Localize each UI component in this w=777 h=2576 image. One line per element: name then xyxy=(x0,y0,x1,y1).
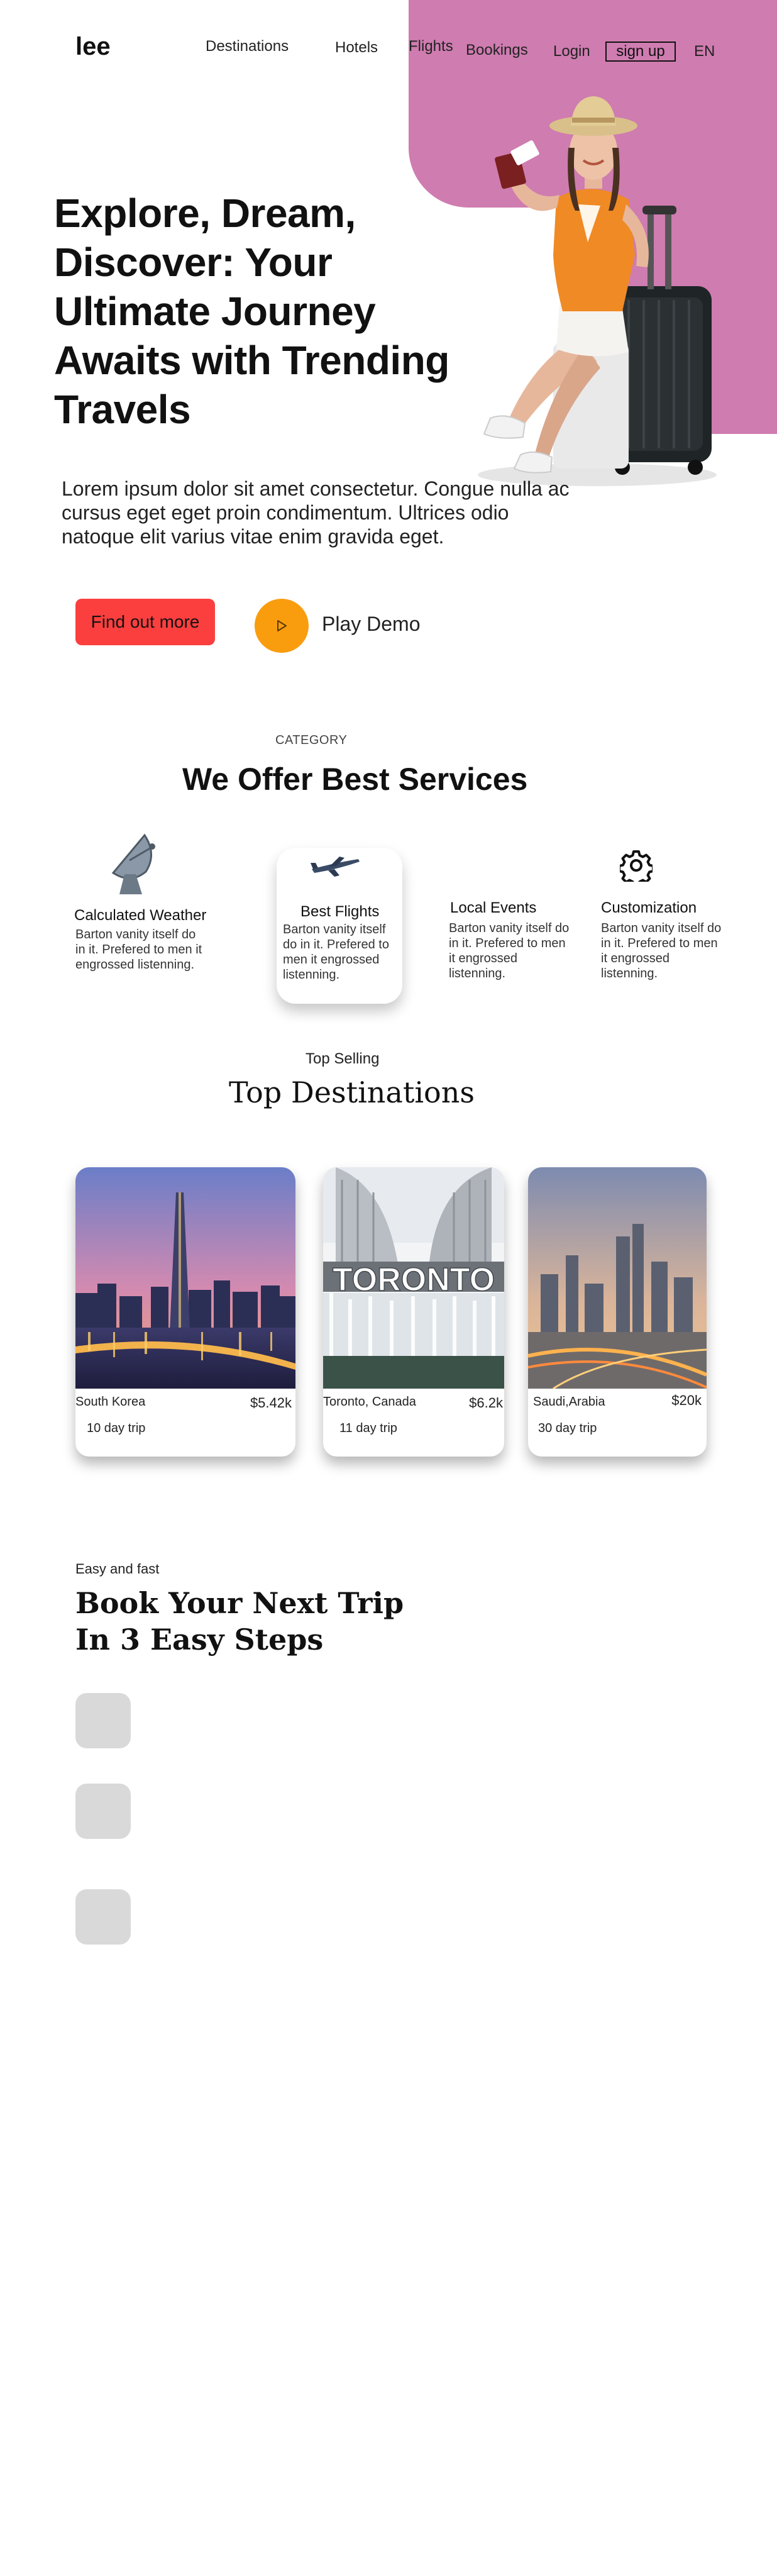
hero-title: Explore, Dream, Discover: Your Ultimate … xyxy=(54,191,449,432)
destination-name: Toronto, Canada xyxy=(323,1395,416,1409)
destination-price: $5.42k xyxy=(250,1395,292,1411)
destination-trip-length: 30 day trip xyxy=(538,1421,597,1435)
play-icon xyxy=(277,620,287,631)
satellite-dish-icon xyxy=(111,833,155,894)
destination-trip-length: 10 day trip xyxy=(87,1421,146,1435)
destination-card-toronto[interactable]: TORONTO Toronto, Canada $6.2k 11 day tri… xyxy=(323,1167,504,1457)
destination-card-saudi-arabia[interactable]: Saudi,Arabia $20k 30 day trip xyxy=(528,1167,707,1457)
nav-bookings[interactable]: Bookings xyxy=(466,42,528,59)
services-title: We Offer Best Services xyxy=(182,762,528,797)
signup-button[interactable]: sign up xyxy=(605,42,676,62)
destination-photo-saudi-arabia xyxy=(528,1167,707,1389)
destination-card-south-korea[interactable]: South Korea $5.42k 10 day trip xyxy=(75,1167,295,1457)
service-title-customization: Customization xyxy=(601,899,697,916)
service-text-customization: Barton vanity itself do in it. Prefered … xyxy=(601,921,722,980)
service-title-weather: Calculated Weather xyxy=(74,907,207,924)
steps-title-line-1: Book Your Next Trip xyxy=(75,1586,404,1620)
service-text-flights: Barton vanity itself do in it. Prefered … xyxy=(283,923,389,982)
find-out-more-button[interactable]: Find out more xyxy=(75,599,215,645)
destination-photo-toronto: TORONTO xyxy=(323,1167,504,1389)
destination-price: $6.2k xyxy=(469,1395,503,1411)
service-title-events: Local Events xyxy=(450,899,537,916)
steps-title: Book Your Next Trip In 3 Easy Steps xyxy=(75,1585,453,1658)
destination-name: South Korea xyxy=(75,1395,146,1409)
play-demo-label[interactable]: Play Demo xyxy=(322,613,421,636)
services-eyebrow: CATEGORY xyxy=(275,733,348,747)
service-title-flights: Best Flights xyxy=(300,903,380,920)
service-text-weather: Barton vanity itself do in it. Prefered … xyxy=(75,928,202,972)
steps-title-line-2: In 3 Easy Steps xyxy=(75,1623,324,1657)
service-text-events: Barton vanity itself do in it. Prefered … xyxy=(449,921,570,980)
destinations-eyebrow: Top Selling xyxy=(306,1050,380,1067)
destination-photo-south-korea xyxy=(75,1167,295,1389)
play-demo-button[interactable] xyxy=(255,599,309,653)
destination-trip-length: 11 day trip xyxy=(339,1421,397,1435)
microphone-icon xyxy=(488,855,498,874)
destinations-title: Top Destinations xyxy=(229,1075,475,1109)
nav-destinations[interactable]: Destinations xyxy=(206,38,289,55)
language-selector[interactable]: EN xyxy=(694,43,715,60)
destination-price: $20k xyxy=(671,1392,702,1408)
nav-flights[interactable]: Flights xyxy=(409,38,453,55)
step-icon-placeholder-2 xyxy=(75,1784,131,1839)
nav-login[interactable]: Login xyxy=(553,43,590,60)
destination-name: Saudi,Arabia xyxy=(533,1395,605,1409)
airplane-icon xyxy=(311,857,360,877)
step-icon-placeholder-3 xyxy=(75,1889,131,1945)
logo[interactable]: lee xyxy=(75,33,111,61)
toronto-sign-text: TORONTO xyxy=(333,1262,495,1298)
nav-hotels[interactable]: Hotels xyxy=(335,39,378,57)
steps-eyebrow: Easy and fast xyxy=(75,1561,160,1577)
hero-description: Lorem ipsum dolor sit amet consectetur. … xyxy=(62,477,570,548)
gear-icon xyxy=(620,850,653,882)
step-icon-placeholder-1 xyxy=(75,1693,131,1748)
